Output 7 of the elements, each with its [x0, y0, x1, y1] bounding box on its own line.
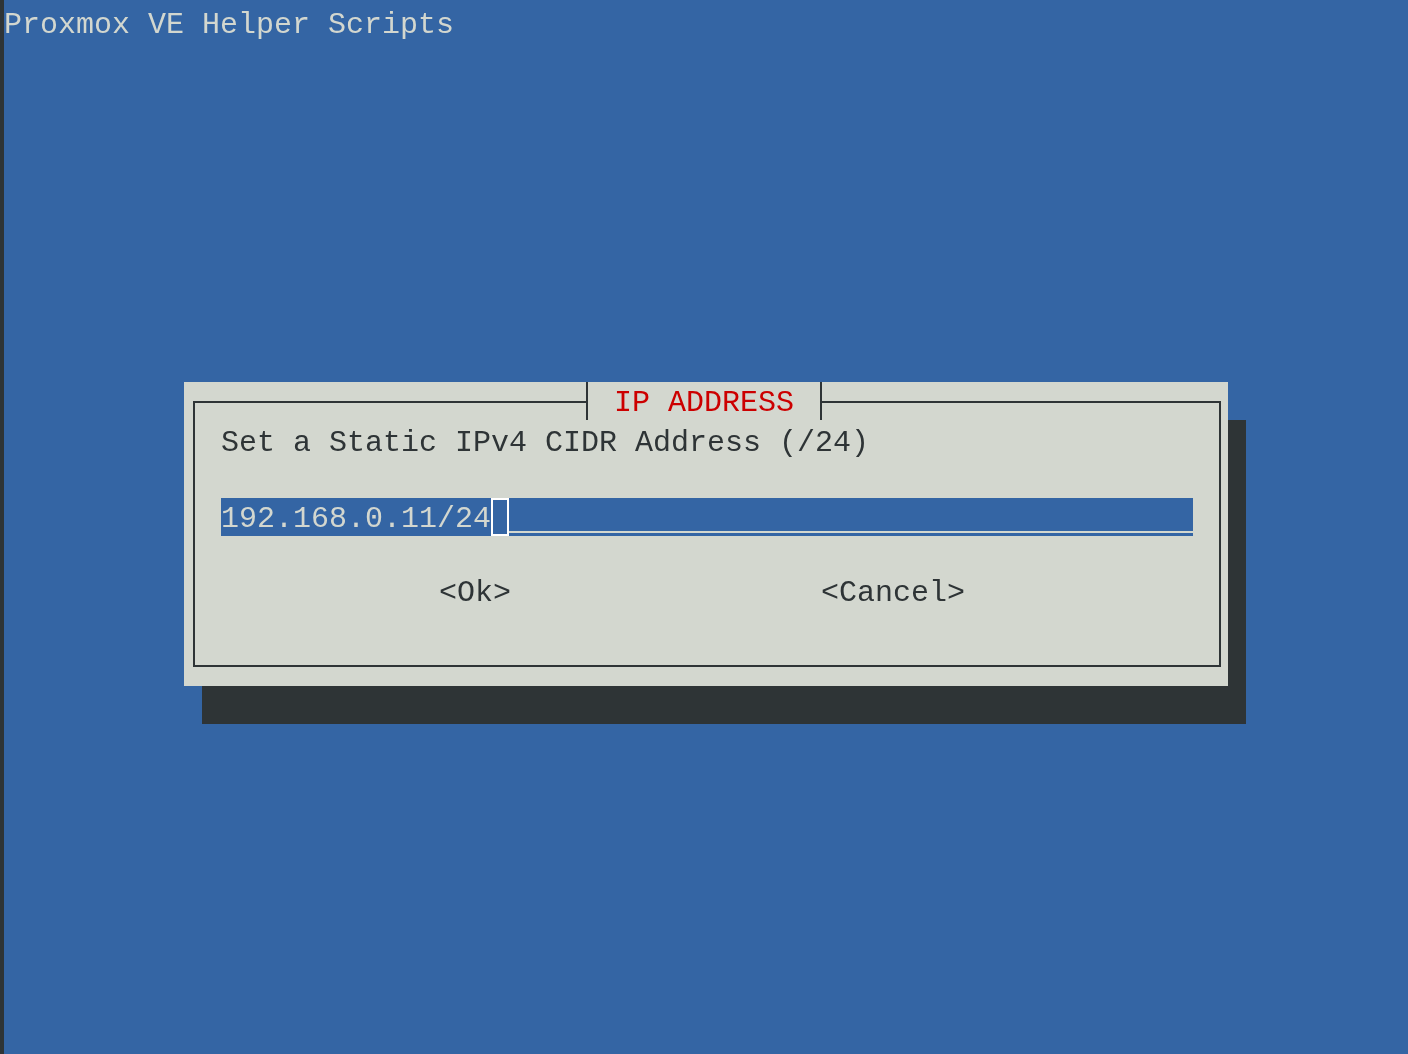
dialog-button[interactable]: <Cancel>	[821, 574, 966, 612]
input-field[interactable]: 192.168.0.11/24	[221, 498, 1193, 536]
dialog-button[interactable]: <Ok>	[439, 574, 511, 612]
dialog-title: IP ADDRESS	[586, 382, 822, 420]
text-cursor-icon	[491, 498, 510, 536]
screen-title: Proxmox VE Helper Scripts	[4, 7, 455, 44]
prompt-text: Set a Static IPv4 CIDR Address (/24)	[221, 425, 870, 462]
